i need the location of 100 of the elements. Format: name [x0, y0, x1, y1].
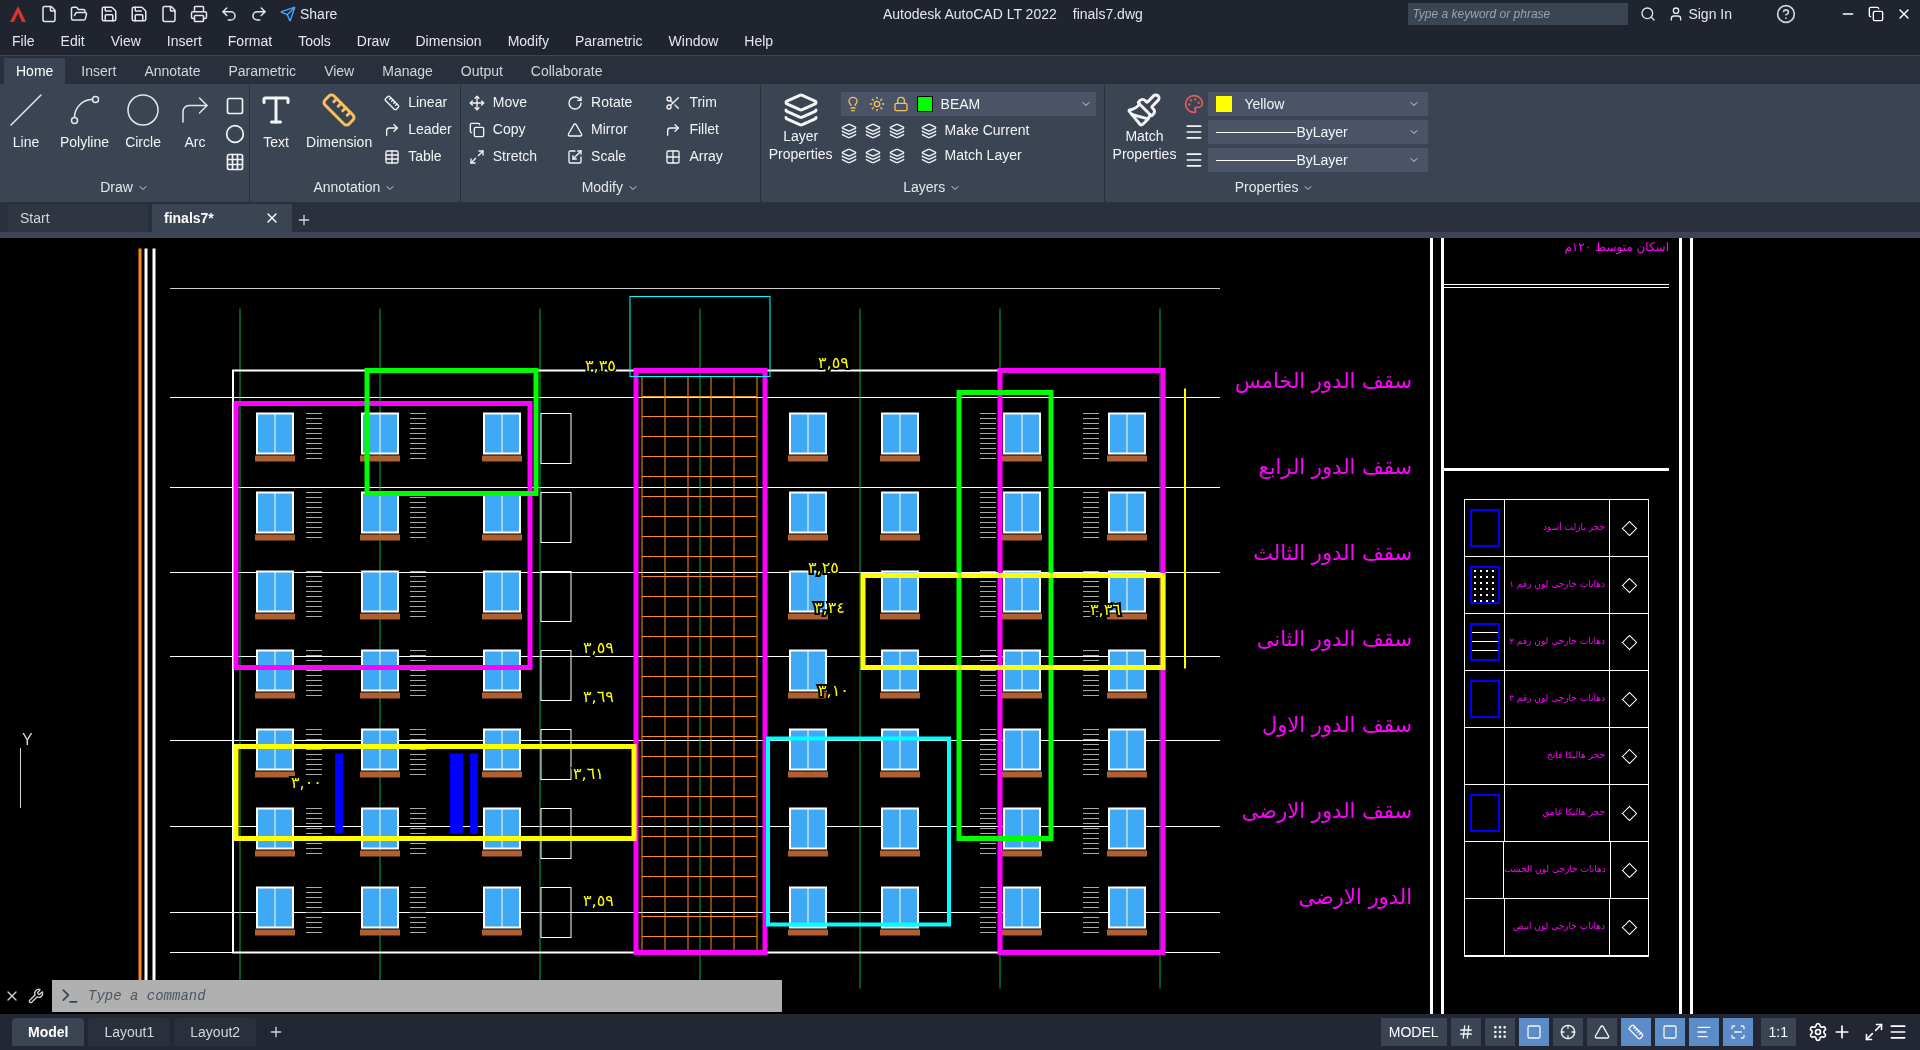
undo-icon[interactable] [220, 5, 238, 23]
send-icon [280, 6, 296, 22]
menu-item[interactable]: Draw [356, 31, 390, 52]
ribbon-tool-button[interactable]: Polyline [56, 92, 114, 172]
app-logo-icon[interactable] [8, 4, 28, 24]
ribbon-tab[interactable]: View [312, 58, 367, 84]
fullscreen-icon[interactable] [1864, 1022, 1884, 1042]
osnap-toggle[interactable] [1654, 1018, 1685, 1046]
layer-state-icon[interactable] [840, 147, 857, 164]
settings-icon[interactable] [1808, 1022, 1828, 1042]
menu-item[interactable]: Tools [298, 31, 331, 52]
search-field[interactable]: Type a keyword or phrase [1408, 3, 1629, 25]
isolate-toggle[interactable] [1722, 1018, 1753, 1046]
linetype-dropdown[interactable]: ByLayer [1208, 120, 1429, 144]
ribbon-tab[interactable]: Collaborate [518, 58, 615, 84]
sign-in-button[interactable]: Sign In [1668, 3, 1732, 25]
ribbon-tool-button[interactable]: Line [4, 92, 48, 172]
panel-title[interactable]: Layers [903, 177, 946, 198]
layer-state-icon[interactable] [864, 147, 881, 164]
ribbon-tab[interactable]: Output [448, 58, 515, 84]
ribbon-tool-button[interactable]: Mirror [567, 119, 654, 140]
lineweight-dropdown[interactable]: ByLayer [1208, 148, 1429, 172]
snap-toggle[interactable] [1484, 1018, 1515, 1046]
layer-state-icon[interactable] [888, 122, 905, 139]
tracking-toggle[interactable] [1620, 1018, 1651, 1046]
panel-title[interactable]: Annotation [313, 177, 381, 198]
ellipse-icon[interactable] [225, 124, 246, 144]
layer-state-icon[interactable] [888, 147, 905, 164]
annotation-scale-button[interactable]: 1:1 [1760, 1018, 1796, 1046]
hatch-icon[interactable] [225, 152, 246, 172]
panel-title[interactable]: Draw [100, 177, 133, 198]
help-icon[interactable] [1776, 4, 1796, 24]
ribbon-tool-button[interactable]: Stretch [468, 146, 556, 167]
ribbon-tool-button[interactable]: Dimension [306, 92, 373, 167]
wrench-icon[interactable] [28, 988, 44, 1004]
layer-state-icon[interactable] [840, 122, 857, 139]
share-button[interactable]: Share [280, 3, 338, 25]
polar-toggle[interactable] [1552, 1018, 1583, 1046]
ribbon-tool-button[interactable]: Layer Properties [768, 92, 833, 166]
move-icon [468, 94, 485, 111]
lineweight-toggle[interactable] [1688, 1018, 1719, 1046]
menu-item[interactable]: View [110, 31, 141, 52]
ribbon-tool-button[interactable]: Move [468, 92, 556, 113]
ribbon-tab[interactable]: Home [4, 58, 66, 84]
ribbon-tool-button[interactable]: Arc [173, 92, 218, 172]
ribbon-tool-button[interactable]: Scale [567, 146, 654, 167]
menu-item[interactable]: Dimension [415, 31, 482, 52]
redo-icon[interactable] [250, 5, 268, 23]
ribbon-tool-button[interactable]: Table [384, 146, 452, 167]
open-folder-icon[interactable] [70, 5, 88, 23]
layer-state-icon[interactable] [864, 122, 881, 139]
ribbon-tool-button[interactable]: Linear [384, 92, 452, 113]
ribbon-tool-button[interactable]: Rotate [567, 92, 654, 113]
ribbon-tool-button[interactable]: Array [665, 146, 752, 167]
command-input[interactable]: Type a command [88, 985, 774, 1007]
ribbon-tab[interactable]: Manage [370, 58, 445, 84]
menu-item[interactable]: Format [227, 31, 273, 52]
search-icon[interactable] [1640, 6, 1657, 22]
panel-title[interactable]: Properties [1234, 177, 1299, 198]
model-space-button[interactable]: MODEL [1380, 1018, 1447, 1046]
menu-item[interactable]: Help [744, 31, 774, 52]
document-tab[interactable]: Start [8, 204, 148, 232]
ribbon-tool-button[interactable]: Make Current [920, 120, 1030, 141]
print-icon[interactable] [190, 5, 208, 23]
layout-tab[interactable]: Layout2 [174, 1018, 257, 1046]
ribbon-tab[interactable]: Insert [69, 58, 129, 84]
ribbon-tool-button[interactable]: Trim [665, 92, 752, 113]
ribbon-tool-button[interactable]: Copy [468, 119, 556, 140]
document-tab[interactable]: finals7* [152, 204, 292, 232]
menu-icon[interactable] [1888, 1022, 1908, 1042]
layout-tab[interactable]: Model [12, 1018, 85, 1046]
restore-icon[interactable] [1868, 6, 1884, 22]
legend-label: دهانات خارجى لون الخشب [1504, 863, 1606, 877]
isometric-toggle[interactable] [1586, 1018, 1617, 1046]
ribbon-tool-button[interactable]: Text [258, 92, 295, 167]
ribbon-tool-button[interactable]: Match Layer [920, 145, 1022, 166]
new-file-icon[interactable] [40, 5, 58, 23]
ribbon-tool-button[interactable]: Circle [121, 92, 166, 172]
rectangle-icon[interactable] [225, 96, 246, 116]
ribbon-tab[interactable]: Parametric [216, 58, 309, 84]
menu-item[interactable]: Window [668, 31, 719, 52]
ribbon-tool-button[interactable]: Leader [384, 119, 452, 140]
menu-item[interactable]: Edit [60, 31, 85, 52]
ribbon-tab[interactable]: Annotate [132, 58, 213, 84]
panel-title[interactable]: Modify [581, 177, 623, 198]
layout-tab[interactable]: Layout1 [88, 1018, 171, 1046]
layer-dropdown[interactable]: BEAM [840, 92, 1096, 116]
file-icon[interactable] [160, 5, 178, 23]
ortho-toggle[interactable] [1518, 1018, 1549, 1046]
menu-item[interactable]: Modify [507, 31, 549, 52]
save-icon[interactable] [100, 5, 118, 23]
menu-item[interactable]: File [12, 31, 35, 52]
menu-item[interactable]: Parametric [574, 31, 643, 52]
menu-item[interactable]: Insert [166, 31, 202, 52]
ribbon-tool-button[interactable]: Match Properties [1112, 92, 1177, 172]
grid-toggle[interactable] [1450, 1018, 1481, 1046]
ribbon-tool-button[interactable]: Fillet [665, 119, 752, 140]
new-tab-icon[interactable] [296, 212, 312, 228]
save-as-icon[interactable] [130, 5, 148, 23]
color-dropdown[interactable]: Yellow [1208, 92, 1429, 116]
